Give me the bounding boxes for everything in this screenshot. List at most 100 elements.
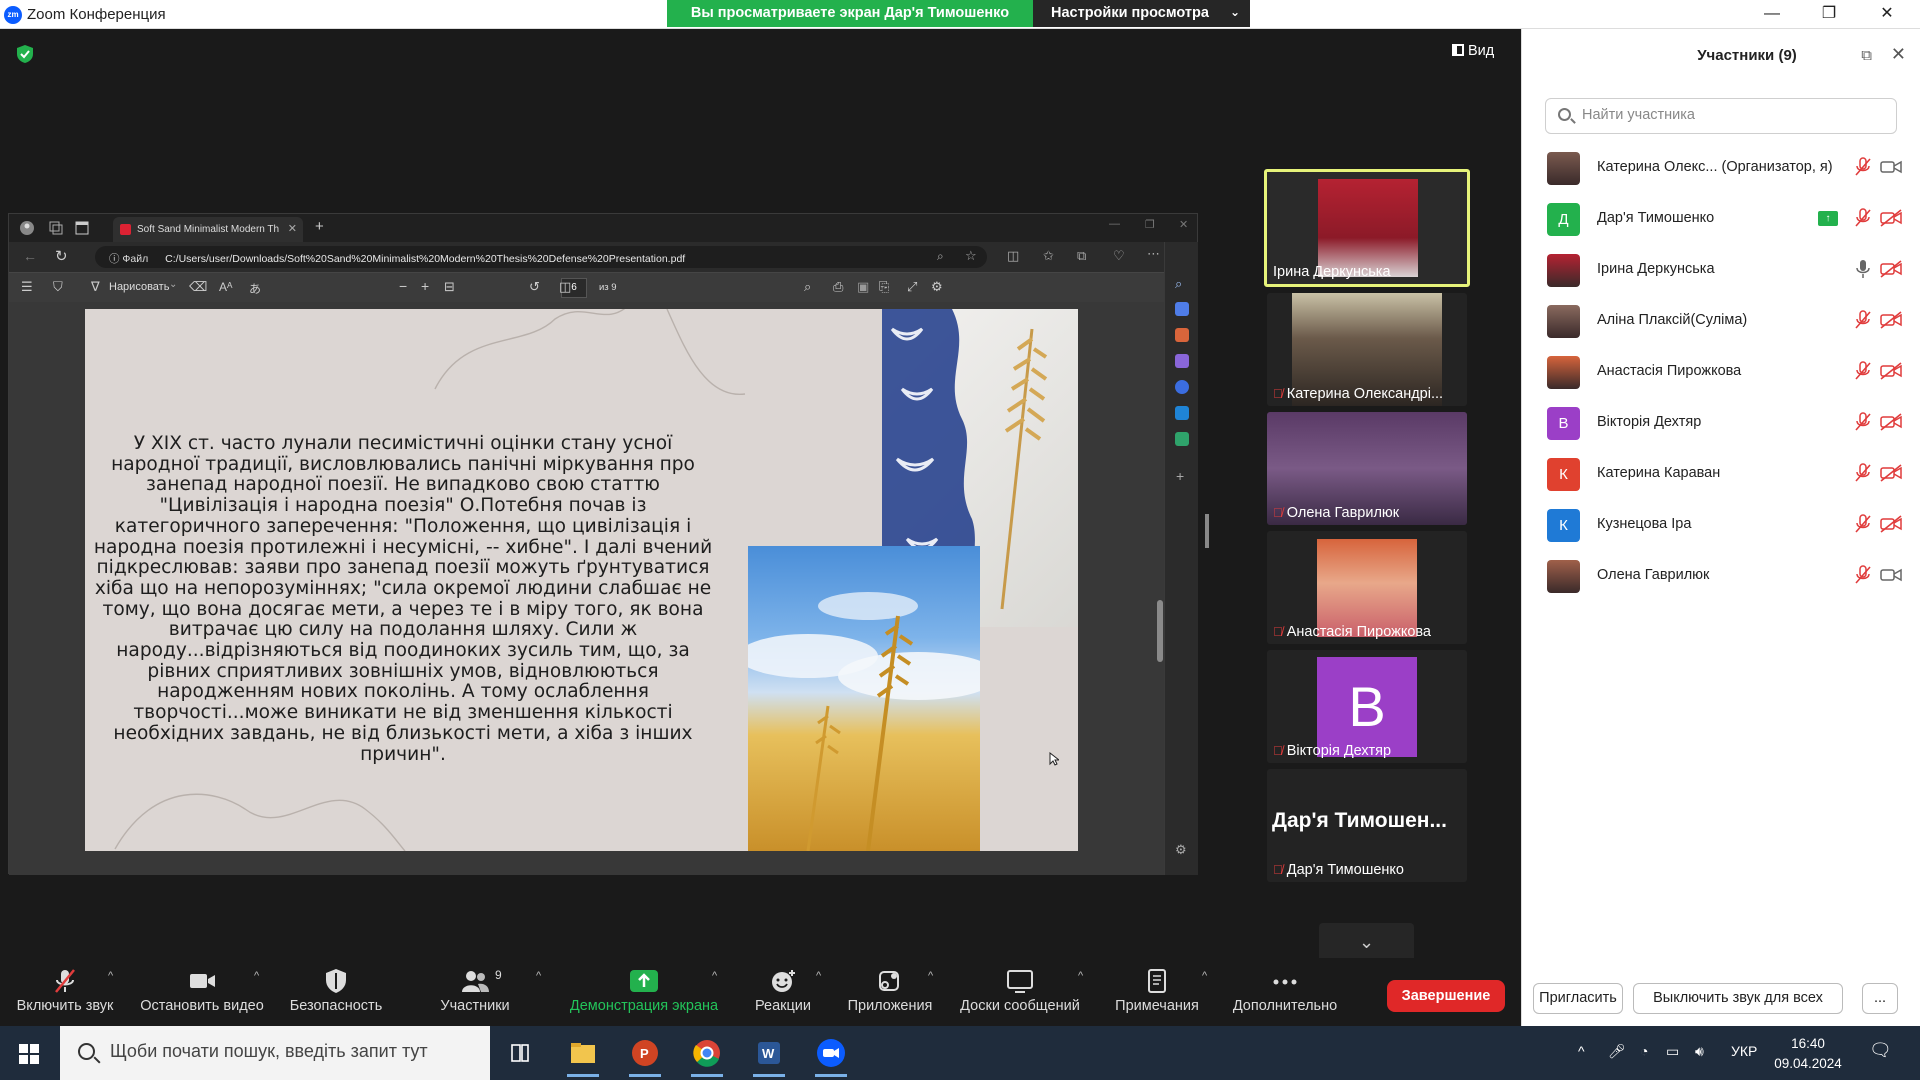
- back-icon[interactable]: ←: [23, 248, 37, 264]
- notes-caret-icon[interactable]: ^: [1202, 970, 1207, 982]
- browser-tab[interactable]: Soft Sand Minimalist Modern Th ✕: [113, 217, 303, 242]
- battery-icon[interactable]: ▭: [1666, 1043, 1679, 1060]
- end-meeting-button[interactable]: Завершение: [1387, 980, 1505, 1012]
- participant-row[interactable]: Анастасія Пирожкова: [1522, 346, 1920, 397]
- eraser-icon[interactable]: ⌫: [189, 279, 207, 295]
- chrome-icon[interactable]: [687, 1033, 727, 1077]
- profile-icon[interactable]: [19, 220, 35, 236]
- browser-minimize-icon[interactable]: —: [1109, 218, 1120, 230]
- close-tab-icon[interactable]: ✕: [288, 222, 297, 235]
- sidebar-settings-icon[interactable]: ⚙: [1175, 842, 1187, 858]
- read-aloud-icon[interactable]: Aᴬ: [219, 280, 232, 294]
- participant-row[interactable]: Ірина Деркунська: [1522, 244, 1920, 295]
- participant-row[interactable]: К Кузнецова Іра: [1522, 499, 1920, 550]
- zoom-page-icon[interactable]: ⌕: [937, 249, 944, 264]
- more-tiles-button[interactable]: ⌄: [1319, 923, 1414, 963]
- zoom-taskbar-icon[interactable]: [811, 1033, 851, 1077]
- collections-icon[interactable]: ⧉: [1077, 248, 1086, 264]
- participant-row[interactable]: В Вікторія Дехтяр: [1522, 397, 1920, 448]
- taskbar-clock[interactable]: 16:40 09.04.2024: [1768, 1034, 1848, 1074]
- participants-button[interactable]: 9 Участники ^: [430, 958, 541, 1026]
- view-settings-button[interactable]: Настройки просмотра ⌄: [1033, 0, 1250, 27]
- print-icon[interactable]: ⎙: [833, 279, 843, 295]
- pdf-scrollbar[interactable]: [1157, 310, 1163, 870]
- audio-options-caret-icon[interactable]: ^: [108, 970, 113, 982]
- video-tile[interactable]: 🎙̸ Катерина Олександрі...: [1267, 293, 1467, 406]
- view-button[interactable]: Вид: [1452, 43, 1494, 59]
- contents-icon[interactable]: ☰: [21, 279, 33, 295]
- video-tile[interactable]: В 🎙̸ Вікторія Дехтяр: [1267, 650, 1467, 763]
- split-screen-icon[interactable]: ◫: [1007, 248, 1019, 264]
- fullscreen-icon[interactable]: ⤢: [907, 279, 917, 295]
- close-panel-icon[interactable]: ✕: [1891, 44, 1906, 65]
- url-field[interactable]: ⓘ Файл C:/Users/user/Downloads/Soft%20Sa…: [95, 246, 987, 268]
- draw-button[interactable]: Нарисовать: [109, 281, 169, 293]
- sidebar-games-icon[interactable]: [1175, 354, 1189, 368]
- sidebar-tools-icon[interactable]: [1175, 328, 1189, 342]
- windows-start-icon[interactable]: [19, 1044, 39, 1064]
- participant-row[interactable]: Олена Гаврилюк: [1522, 550, 1920, 601]
- tray-mic-icon[interactable]: 🎤︎: [1608, 1043, 1626, 1060]
- video-tile[interactable]: 🎙̸ Анастасія Пирожкова: [1267, 531, 1467, 644]
- participant-row[interactable]: Д Дар'я Тимошенко ↑: [1522, 193, 1920, 244]
- sidebar-app-icon[interactable]: [1175, 302, 1189, 316]
- powerpoint-icon[interactable]: P: [625, 1033, 665, 1077]
- participant-search-input[interactable]: Найти участника: [1545, 98, 1897, 134]
- notes-button[interactable]: Примечания ^: [1110, 958, 1207, 1026]
- browser-essentials-icon[interactable]: ♡: [1113, 248, 1125, 264]
- browser-maximize-icon[interactable]: ❐: [1145, 218, 1155, 231]
- pdf-scrollbar-thumb[interactable]: [1157, 600, 1163, 662]
- close-button[interactable]: ✕: [1864, 0, 1910, 29]
- minimize-button[interactable]: —: [1749, 0, 1795, 29]
- sidebar-search-icon[interactable]: ⌕: [1175, 276, 1182, 292]
- reactions-caret-icon[interactable]: ^: [816, 970, 821, 982]
- video-tile[interactable]: 🎙̸ Олена Гаврилюк: [1267, 412, 1467, 525]
- pdf-search-icon[interactable]: ⌕: [804, 279, 811, 295]
- taskbar-search-input[interactable]: Щоби почати пошук, введіть запит тут: [60, 1026, 490, 1080]
- participant-row[interactable]: Катерина Олекс... (Организатор, я): [1522, 142, 1920, 193]
- whiteboards-button[interactable]: Доски сообщений ^: [956, 958, 1084, 1026]
- page-view-icon[interactable]: ◫: [559, 279, 571, 295]
- shared-screen[interactable]: Soft Sand Minimalist Modern Th ✕ + — ❐ ✕…: [8, 213, 1198, 875]
- participant-row[interactable]: К Катерина Караван: [1522, 448, 1920, 499]
- file-explorer-icon[interactable]: [563, 1033, 603, 1077]
- encryption-shield-icon[interactable]: [15, 44, 35, 64]
- save-as-icon[interactable]: ⎘: [879, 279, 889, 295]
- favorite-star-icon[interactable]: ☆: [965, 248, 977, 264]
- apps-button[interactable]: Приложения ^: [842, 958, 938, 1026]
- browser-close-icon[interactable]: ✕: [1179, 218, 1188, 231]
- whiteboards-caret-icon[interactable]: ^: [1078, 970, 1083, 982]
- invite-button[interactable]: Пригласить: [1533, 983, 1623, 1014]
- zoom-in-icon[interactable]: +: [421, 278, 429, 294]
- panel-resize-handle[interactable]: [1205, 514, 1209, 548]
- panel-more-button[interactable]: ...: [1862, 983, 1898, 1014]
- browser-menu-icon[interactable]: ⋯: [1147, 246, 1160, 262]
- reactions-button[interactable]: Реакции ^: [748, 958, 821, 1026]
- draw-icon[interactable]: ∇: [91, 279, 100, 295]
- pop-out-icon[interactable]: ⧉: [1861, 47, 1872, 64]
- share-options-caret-icon[interactable]: ^: [712, 970, 717, 982]
- apps-caret-icon[interactable]: ^: [928, 970, 933, 982]
- refresh-icon[interactable]: ↻: [55, 247, 68, 265]
- draw-chevron-icon[interactable]: ⌄: [169, 279, 177, 290]
- save-icon[interactable]: ▣: [857, 279, 869, 295]
- input-language[interactable]: УКР: [1731, 1043, 1757, 1059]
- video-options-caret-icon[interactable]: ^: [254, 970, 259, 982]
- sidebar-add-icon[interactable]: +: [1176, 468, 1184, 484]
- translate-icon[interactable]: あ: [249, 280, 261, 297]
- video-tile-active-speaker[interactable]: Ірина Деркунська: [1264, 169, 1470, 287]
- participant-row[interactable]: Аліна Плаксій(Суліма): [1522, 295, 1920, 346]
- tray-expand-icon[interactable]: ^: [1578, 1043, 1585, 1059]
- word-icon[interactable]: W: [749, 1033, 789, 1077]
- participants-caret-icon[interactable]: ^: [536, 970, 541, 982]
- zoom-out-icon[interactable]: −: [399, 278, 407, 294]
- notifications-icon[interactable]: 🗨︎: [1869, 1040, 1892, 1061]
- task-view-icon[interactable]: [500, 1033, 540, 1073]
- pdf-settings-icon[interactable]: ⚙: [931, 279, 943, 295]
- volume-icon[interactable]: 🔊︎: [1695, 1043, 1704, 1060]
- workspaces-icon[interactable]: [49, 221, 63, 235]
- security-button[interactable]: Безопасность: [286, 958, 386, 1026]
- sidebar-drop-icon[interactable]: [1175, 432, 1189, 446]
- sidebar-outlook-icon[interactable]: [1175, 406, 1189, 420]
- mute-all-button[interactable]: Выключить звук для всех: [1633, 983, 1843, 1014]
